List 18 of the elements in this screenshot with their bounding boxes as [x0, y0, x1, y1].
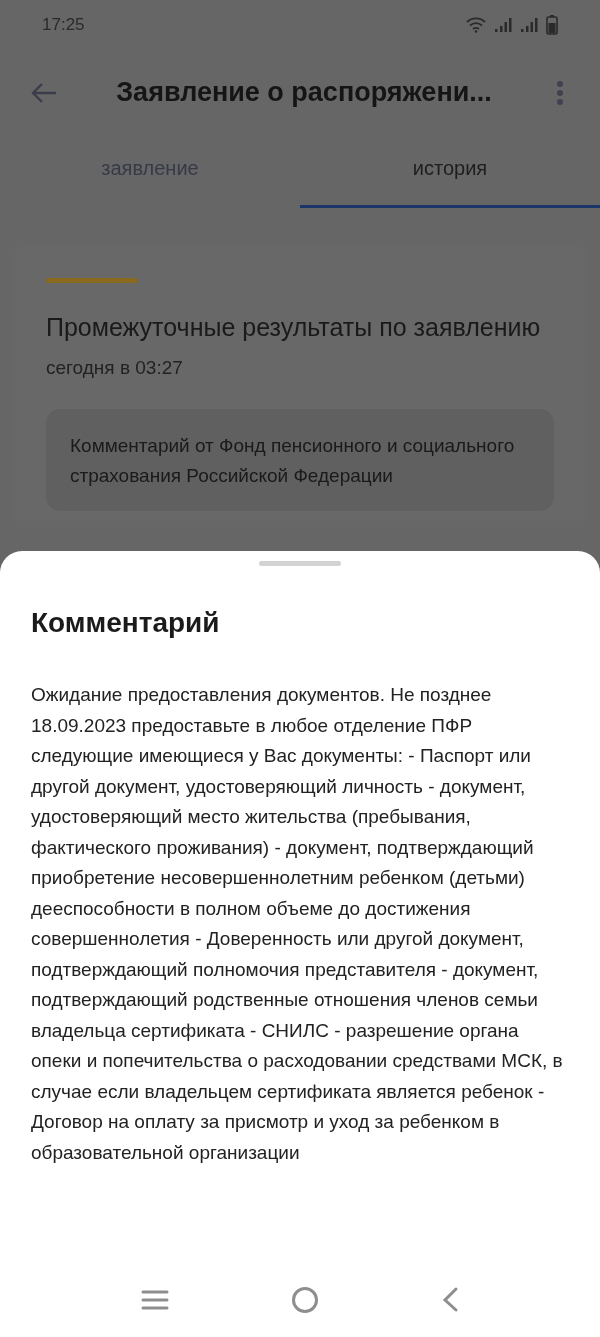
more-icon: [556, 79, 564, 106]
drag-handle[interactable]: [259, 561, 341, 566]
home-icon[interactable]: [291, 1285, 319, 1314]
card-date: сегодня в 03:27: [46, 356, 184, 380]
card-title: Промежуточные результаты по заявлению: [46, 312, 542, 343]
signal-icon: [520, 17, 538, 33]
comment-text: Ожидание предоставления документов. Не позднее 18.09.2023 предоставьте в любое отделение ПФР следующие имеющиеся у Вас документы: - Паспорт или другой документ, удостоверяющий личность - документ, удостоверяющий место жительства (пребывания, фактического проживания) - документ, подтверждающий приобретение несовершеннолетним ребенком (детьми) дееспособности в полном объеме до достижения совершеннолетия - Доверенность или другой документ, подтверждающий полномочия представителя - документ, подтверждающий родственные отношения членов семьи владельца сертификата - СНИЛС - разрешение органа опеки и попечительства о расходовании средствами МСК, в случае если владельцем сертификата является ребенок - Договор на оплату за присмотр и уход за ребенком в образовательной организации: [30, 683, 564, 1165]
screen-title: Заявление о распоряжени...: [115, 76, 493, 110]
back-icon[interactable]: [441, 1285, 459, 1314]
tab[interactable]: история: [300, 135, 600, 208]
status-time: 17:25: [42, 14, 85, 37]
signal-icon: [494, 17, 512, 33]
back-arrow-icon: [30, 81, 58, 104]
comment-heading[interactable]: Комментарий от Фонд пенсионного и социального страхования Российской Федерации: [70, 430, 530, 491]
battery-icon: [546, 15, 558, 35]
sheet-title: Комментарий: [30, 606, 221, 640]
recent-apps-icon[interactable]: [141, 1288, 169, 1311]
wifi-icon: [466, 17, 486, 33]
